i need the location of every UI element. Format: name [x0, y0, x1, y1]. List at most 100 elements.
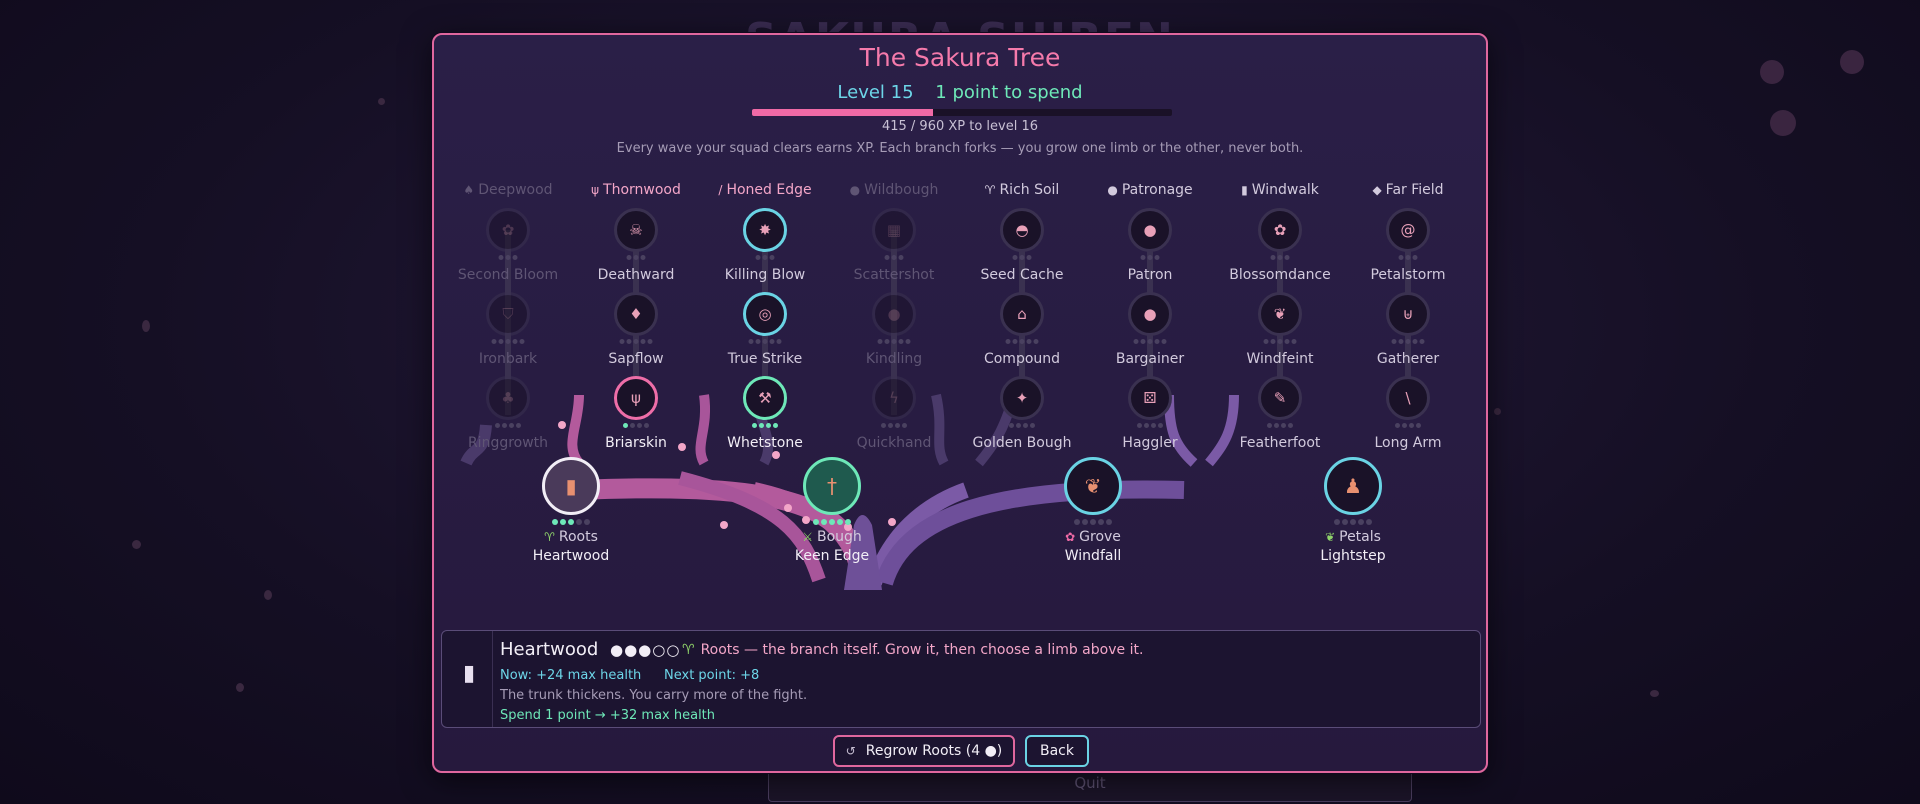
info-flavor: The trunk thickens. You carry more of th…: [500, 688, 808, 703]
branch-name: Far Field: [1385, 182, 1444, 198]
base-branch-name: Roots: [558, 529, 598, 545]
skill-label: Briarskin: [605, 435, 667, 451]
info-skill-name: Heartwood: [500, 639, 599, 660]
info-next: Next point: +8: [664, 668, 760, 683]
base-branch-label: ⚔ Bough: [802, 529, 862, 545]
branch-name: Honed Edge: [726, 182, 812, 198]
base-branch-label: ♈ Roots: [544, 529, 598, 545]
skill-node-killing-blow[interactable]: ✸: [743, 208, 787, 252]
base-branch-name: Petals: [1339, 529, 1381, 545]
branch-header-patronage[interactable]: ● Patronage: [1107, 182, 1192, 198]
sprout-icon: ♈: [682, 642, 695, 658]
rank-pips: [1133, 339, 1167, 344]
skill-node-deathward[interactable]: ☠: [614, 208, 658, 252]
skill-node-blossomdance[interactable]: ✿: [1258, 208, 1302, 252]
skill-tree-panel: The Sakura Tree Level 15 1 point to spen…: [432, 33, 1488, 773]
cactus-icon: ψ: [631, 389, 641, 407]
skill-node-bargainer[interactable]: ●: [1128, 292, 1172, 336]
droplet-icon: ♦: [629, 305, 643, 323]
skill-node-windfeint[interactable]: ❦: [1258, 292, 1302, 336]
rank-pips: [626, 255, 646, 260]
branch-header-windwalk[interactable]: ▮ Windwalk: [1241, 182, 1319, 198]
branch-header-thornwood[interactable]: ψ Thornwood: [591, 182, 681, 198]
branch-name: Windwalk: [1251, 182, 1319, 198]
branch-name: Rich Soil: [999, 182, 1060, 198]
base-node-keen-edge[interactable]: †: [803, 457, 861, 515]
rank-pips: [755, 255, 775, 260]
skill-node-ringgrowth[interactable]: ♣: [486, 376, 530, 420]
skill-node-kindling[interactable]: ●: [872, 292, 916, 336]
skill-label: Kindling: [865, 351, 923, 367]
skill-node-scattershot[interactable]: ▦: [872, 208, 916, 252]
skill-node-seed-cache[interactable]: ◓: [1000, 208, 1044, 252]
dice-icon: ⚄: [1143, 389, 1157, 407]
branch-header-wildbough[interactable]: ● Wildbough: [850, 182, 939, 198]
lantern-icon: ●: [1143, 221, 1157, 239]
skill-node-sapflow[interactable]: ♦: [614, 292, 658, 336]
branch-header-deepwood[interactable]: ♠ Deepwood: [463, 182, 552, 198]
skill-label: Petalstorm: [1370, 267, 1446, 283]
regrow-roots-button[interactable]: ↺ Regrow Roots (4 ●): [833, 735, 1015, 767]
skill-node-ironbark[interactable]: ⛉: [486, 292, 530, 336]
leaf-icon: ❦: [1325, 530, 1336, 544]
skill-label: Gatherer: [1376, 351, 1440, 367]
branch-header-far-field[interactable]: ◆ Far Field: [1372, 182, 1443, 198]
skill-label: Compound: [983, 351, 1061, 367]
base-skill-label: Keen Edge: [794, 548, 870, 564]
rank-pips: [1140, 255, 1160, 260]
pine-icon: ♣: [501, 389, 515, 407]
rank-pips: [884, 255, 904, 260]
blossom-decoration: [1840, 50, 1864, 74]
leaf-icon: ❦: [1273, 305, 1287, 323]
info-divider: [492, 631, 493, 727]
ember-icon: ●: [887, 305, 901, 323]
skill-node-whetstone[interactable]: ⚒: [743, 376, 787, 420]
tree-icon: ♠: [463, 183, 475, 197]
skill-label: Killing Blow: [724, 267, 806, 283]
spear-icon: \: [1405, 389, 1411, 407]
spiral-icon: @: [1400, 221, 1416, 239]
skill-node-long-arm[interactable]: \: [1386, 376, 1430, 420]
skill-node-golden-bough[interactable]: ✦: [1000, 376, 1044, 420]
base-node-windfall[interactable]: ❦: [1064, 457, 1122, 515]
blade-icon: /: [718, 183, 723, 197]
back-button[interactable]: Back: [1025, 735, 1089, 767]
flower-icon: ✿: [501, 221, 515, 239]
tree-branches: [460, 230, 1411, 590]
branch-header-rich-soil[interactable]: ♈ Rich Soil: [985, 182, 1060, 198]
base-node-lightstep[interactable]: ♟: [1324, 457, 1382, 515]
skill-label: Patron: [1127, 267, 1173, 283]
bolt-icon: ϟ: [889, 389, 899, 407]
hammers-icon: ⚒: [758, 389, 772, 407]
branch-name: Deepwood: [478, 182, 553, 198]
skill-node-compound[interactable]: ⌂: [1000, 292, 1044, 336]
rank-pips: [877, 339, 911, 344]
skill-node-patron[interactable]: ●: [1128, 208, 1172, 252]
coin-icon: ●: [1143, 305, 1157, 323]
branch-header-honed-edge[interactable]: / Honed Edge: [718, 182, 811, 198]
branch-name: Patronage: [1121, 182, 1193, 198]
rank-pips: [1334, 519, 1372, 525]
skill-node-haggler[interactable]: ⚄: [1128, 376, 1172, 420]
skill-node-quickhand[interactable]: ϟ: [872, 376, 916, 420]
rank-pips: [1074, 519, 1112, 525]
petal-decoration: [1650, 690, 1659, 697]
skill-label: Sapflow: [608, 351, 664, 367]
info-description-text: Roots — the branch itself. Grow it, then…: [700, 642, 1144, 658]
skill-node-gatherer[interactable]: ⊎: [1386, 292, 1430, 336]
skill-node-featherfoot[interactable]: ✎: [1258, 376, 1302, 420]
rank-pips: [619, 339, 653, 344]
sprout-icon: ♈: [984, 183, 996, 197]
basket-icon: ⊎: [1402, 305, 1414, 323]
rank-pips: [1267, 423, 1293, 428]
blossom-decoration: [1770, 110, 1796, 136]
base-node-heartwood[interactable]: ▮: [542, 457, 600, 515]
skill-label: Featherfoot: [1239, 435, 1321, 451]
skill-node-second-bloom[interactable]: ✿: [486, 208, 530, 252]
blossom-decoration: [1760, 60, 1784, 84]
skill-label: Whetstone: [727, 435, 803, 451]
skill-node-briarskin[interactable]: ψ: [614, 376, 658, 420]
rank-pips: [1012, 255, 1032, 260]
skill-node-petalstorm[interactable]: @: [1386, 208, 1430, 252]
skill-node-true-strike[interactable]: ◎: [743, 292, 787, 336]
